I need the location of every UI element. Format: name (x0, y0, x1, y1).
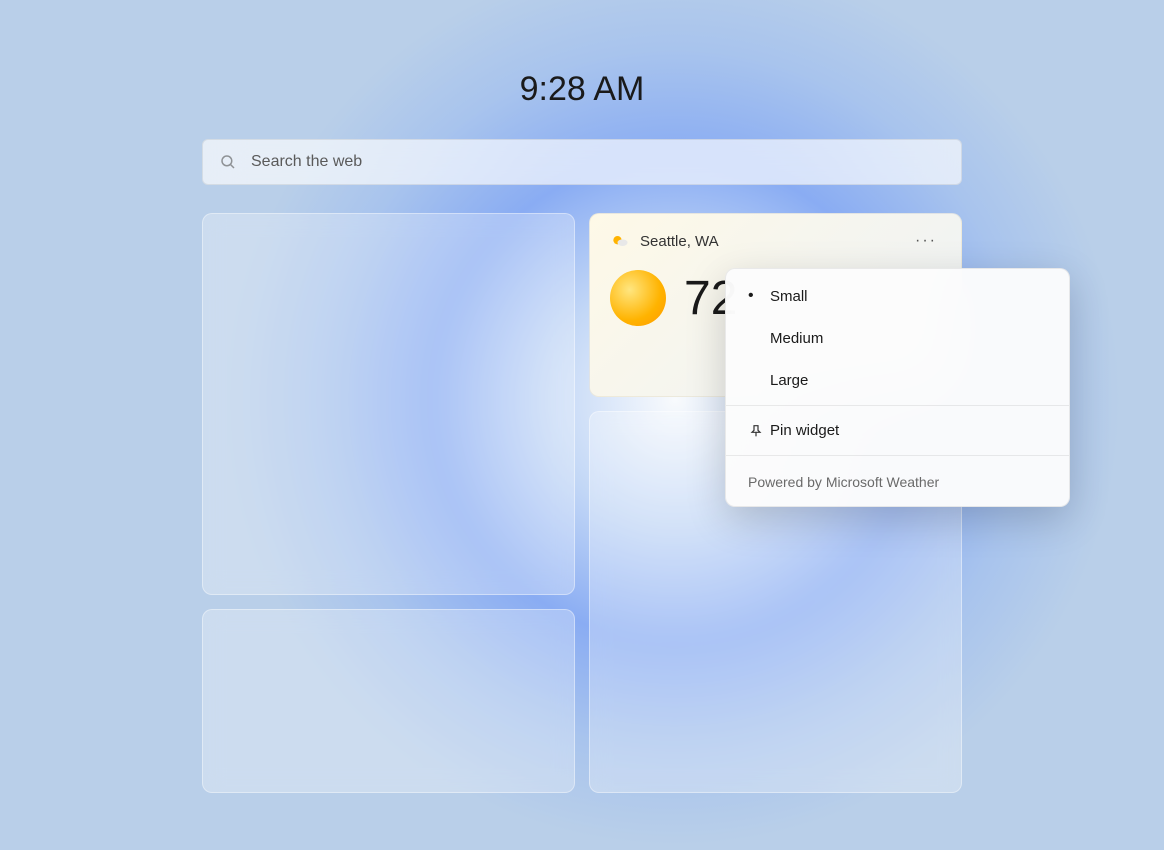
menu-footer-attribution: Powered by Microsoft Weather (726, 460, 1069, 500)
search-bar[interactable] (202, 139, 962, 185)
search-icon (219, 153, 237, 171)
menu-pin-widget[interactable]: Pin widget (726, 410, 1069, 451)
weather-location: Seattle, WA (640, 233, 719, 250)
widget-placeholder[interactable] (202, 213, 575, 595)
widget-more-button[interactable]: ··· (911, 230, 941, 252)
menu-size-large[interactable]: • Large (726, 359, 1069, 401)
menu-item-label: Small (770, 288, 808, 305)
menu-divider (726, 405, 1069, 406)
weather-title-group: Seattle, WA (610, 231, 719, 251)
sun-icon (610, 270, 666, 326)
menu-size-small[interactable]: • Small (726, 275, 1069, 317)
search-input[interactable] (251, 153, 945, 171)
clock-time: 9:28 AM (202, 70, 962, 109)
weather-app-icon (610, 231, 630, 251)
menu-divider (726, 455, 1069, 456)
weather-header: Seattle, WA ··· (610, 230, 941, 252)
menu-item-label: Large (770, 372, 808, 389)
widget-context-menu: • Small • Medium • Large Pin widget Powe… (725, 268, 1070, 507)
selected-indicator-icon: • (748, 287, 770, 305)
widget-placeholder[interactable] (202, 609, 575, 793)
pin-icon (748, 423, 770, 439)
menu-item-label: Medium (770, 330, 823, 347)
menu-item-label: Pin widget (770, 422, 839, 439)
menu-size-medium[interactable]: • Medium (726, 317, 1069, 359)
